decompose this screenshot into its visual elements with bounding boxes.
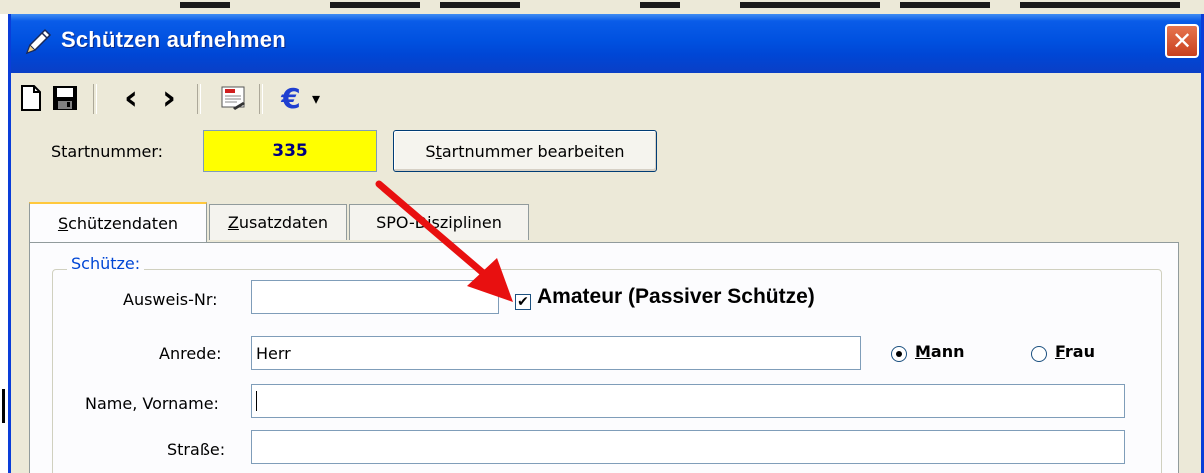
text-caret xyxy=(256,391,257,411)
anrede-label: Anrede: xyxy=(159,344,222,363)
tab-accel: S xyxy=(57,213,69,233)
amateur-label[interactable]: Amateur (Passiver Schütze) xyxy=(537,285,815,309)
radio-accel: M xyxy=(915,342,931,361)
tab-label: usatzdaten xyxy=(238,213,329,232)
startnummer-edit-button[interactable]: St artnummer bearbeiten xyxy=(393,130,657,172)
radio-label-rest: ann xyxy=(930,342,965,361)
frau-label[interactable]: Frau xyxy=(1055,342,1095,361)
button-label-part: S xyxy=(425,141,436,161)
startnummer-value: 335 xyxy=(203,130,377,172)
save-icon[interactable] xyxy=(51,84,79,112)
dropdown-arrow-icon[interactable]: ▾ xyxy=(307,84,325,112)
radio-accel: F xyxy=(1055,342,1065,361)
startnummer-label: Startnummer: xyxy=(51,142,164,161)
strasse-input[interactable] xyxy=(251,430,1125,464)
tab-label: chützendaten xyxy=(68,213,179,233)
group-title: Schütze: xyxy=(67,254,145,273)
tab-zusatzdaten[interactable]: Zusatzdaten xyxy=(209,204,347,240)
tab-accel: Z xyxy=(227,213,239,232)
window-title: Schützen aufnehmen xyxy=(61,27,286,52)
mann-label[interactable]: Mann xyxy=(915,342,965,361)
frau-radio[interactable] xyxy=(1031,346,1047,362)
toolbar-separator xyxy=(93,84,97,114)
previous-record-icon[interactable]: ‹ xyxy=(117,81,145,115)
name-input[interactable] xyxy=(251,384,1125,418)
background-window-edge xyxy=(0,14,8,473)
toolbar-separator xyxy=(197,84,201,114)
next-record-icon[interactable]: › xyxy=(155,81,183,115)
tab-schuetzendaten[interactable]: Schützendaten xyxy=(29,202,207,242)
close-button[interactable]: ✕ xyxy=(1165,24,1199,58)
print-list-icon[interactable] xyxy=(219,84,247,112)
toolbar-separator xyxy=(259,84,263,114)
button-label-part: artnummer bearbeiten xyxy=(441,141,625,161)
euro-icon[interactable]: € xyxy=(277,82,305,115)
annotation-arrow-icon xyxy=(375,180,513,302)
strasse-label: Straße: xyxy=(167,440,226,459)
pencil-icon xyxy=(25,28,52,55)
new-document-icon[interactable] xyxy=(17,84,45,112)
ausweis-label: Ausweis-Nr: xyxy=(123,290,218,309)
background-window-strip xyxy=(0,0,1204,14)
mann-radio[interactable] xyxy=(891,346,907,362)
dialog-window: Schützen aufnehmen ✕ ‹ › € ▾ Startnummer… xyxy=(8,14,1204,473)
title-bar: Schützen aufnehmen ✕ xyxy=(11,14,1201,73)
radio-label-rest: rau xyxy=(1064,342,1095,361)
anrede-input[interactable]: Herr xyxy=(251,336,861,370)
toolbar: ‹ › € ▾ xyxy=(11,78,411,118)
name-label: Name, Vorname: xyxy=(85,394,219,413)
